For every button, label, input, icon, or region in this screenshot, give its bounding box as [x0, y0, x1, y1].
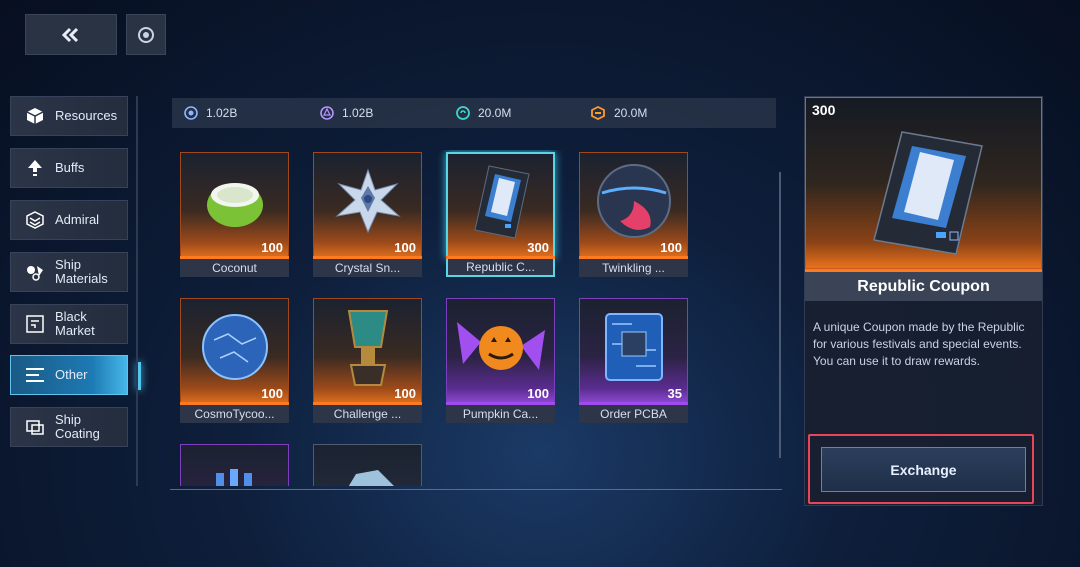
circuit-board-icon: [604, 313, 663, 381]
sidebar-item-label: Ship Materials: [55, 257, 108, 286]
vials-icon: [215, 469, 252, 486]
glass-ball-icon: [201, 314, 268, 380]
currency-2: 1.02B: [320, 106, 373, 120]
item-card-shard[interactable]: [313, 444, 422, 486]
shard-icon: [348, 470, 394, 486]
grid-divider: [170, 489, 782, 490]
item-card-pumpkin-candy[interactable]: 100 Pumpkin Ca...: [446, 298, 555, 423]
currency-bar: 1.02B 1.02B 20.0M 20.0M: [172, 98, 776, 128]
grid-scrollbar[interactable]: [779, 172, 781, 458]
item-card-challenge[interactable]: 100 Challenge ...: [313, 298, 422, 423]
item-card-republic-coupon[interactable]: 300 Republic C...: [446, 152, 555, 277]
coupon-card-icon: [473, 165, 530, 239]
exchange-button[interactable]: Exchange: [821, 447, 1026, 492]
detail-title: Republic Coupon: [805, 272, 1042, 301]
currency-value: 1.02B: [206, 106, 238, 120]
sidebar-item-other[interactable]: Other: [10, 355, 141, 395]
detail-hero: 300: [805, 97, 1042, 269]
arrow-up-icon: [28, 160, 42, 176]
item-name: Twinkling ...: [579, 259, 688, 277]
back-button[interactable]: [25, 14, 117, 55]
sidebar-item-buffs[interactable]: Buffs: [10, 148, 128, 188]
double-chevron-left-icon: [61, 27, 79, 42]
item-quantity: 100: [261, 240, 283, 255]
sidebar-item-label: Resources: [55, 108, 118, 123]
refresh-icon: [138, 26, 154, 43]
detail-description: A unique Coupon made by the Republic for…: [813, 320, 1025, 368]
item-quantity: 100: [394, 386, 416, 401]
item-quantity: 300: [527, 240, 549, 255]
item-name: CosmoTycoo...: [180, 405, 289, 423]
sidebar-item-ship-materials[interactable]: Ship Materials: [10, 252, 128, 292]
pumpkin-candy-icon: [456, 322, 545, 370]
market-icon: [26, 315, 44, 333]
orb-icon: [596, 164, 671, 238]
item-card-crystal[interactable]: 100 Crystal Sn...: [313, 152, 422, 277]
item-name: Coconut: [180, 259, 289, 277]
item-card-order-pcba[interactable]: 35 Order PCBA: [579, 298, 688, 423]
item-quantity: 100: [660, 240, 682, 255]
currency-3: 20.0M: [456, 106, 511, 120]
item-quantity: 100: [394, 240, 416, 255]
sidebar-item-label: Admiral: [55, 212, 100, 227]
item-name: Order PCBA: [579, 405, 688, 423]
currency-value: 1.02B: [342, 106, 374, 120]
coating-icon: [26, 420, 44, 435]
sidebar-item-label: Buffs: [55, 160, 85, 175]
item-card-coconut[interactable]: 100 Coconut: [180, 152, 289, 277]
cube-icon: [26, 108, 44, 124]
sidebar-item-admiral[interactable]: Admiral: [10, 200, 128, 240]
sidebar-item-resources[interactable]: Resources: [10, 96, 128, 136]
sidebar-item-label: Ship Coating: [55, 412, 100, 441]
coconut-icon: [206, 183, 263, 227]
menu-lines-icon: [26, 368, 44, 382]
orange-coin-icon: [591, 106, 605, 120]
item-name: Crystal Sn...: [313, 259, 422, 277]
currency-value: 20.0M: [614, 106, 648, 120]
item-frame: [180, 444, 289, 486]
item-name: Republic C...: [446, 259, 555, 277]
crystal-snowflake-icon: [334, 168, 401, 234]
trophy-icon: [347, 310, 388, 386]
refresh-button[interactable]: [126, 14, 166, 55]
gear-coin-icon: [184, 106, 198, 120]
atom-coin-icon: [320, 106, 334, 120]
item-card-twinkling[interactable]: 100 Twinkling ...: [579, 152, 688, 277]
item-card-vials[interactable]: [180, 444, 289, 486]
sidebar-divider: [136, 96, 138, 486]
swirl-coin-icon: [456, 106, 470, 120]
item-quantity: 100: [527, 386, 549, 401]
item-card-cosmotycoon[interactable]: 100 CosmoTycoo...: [180, 298, 289, 423]
sidebar-item-black-market[interactable]: Black Market: [10, 304, 128, 344]
detail-quantity: 300: [812, 102, 836, 118]
sidebar-item-label: Other: [55, 367, 88, 382]
item-name: Challenge ...: [313, 405, 422, 423]
item-name: Pumpkin Ca...: [446, 405, 555, 423]
currency-4: 20.0M: [590, 106, 647, 120]
currency-value: 20.0M: [478, 106, 512, 120]
materials-icon: [27, 266, 43, 281]
sidebar-item-label: Black Market: [55, 309, 95, 338]
item-quantity: 100: [261, 386, 283, 401]
coupon-card-icon: [873, 131, 983, 255]
item-quantity: 35: [667, 386, 682, 401]
chevron-badge-icon: [26, 211, 44, 229]
currency-1: 1.02B: [184, 106, 237, 120]
item-frame: [313, 444, 422, 486]
item-grid: 100 Coconut 100 Crystal Sn... 300 Republ…: [180, 150, 780, 486]
sidebar-item-ship-coating[interactable]: Ship Coating: [10, 407, 128, 447]
